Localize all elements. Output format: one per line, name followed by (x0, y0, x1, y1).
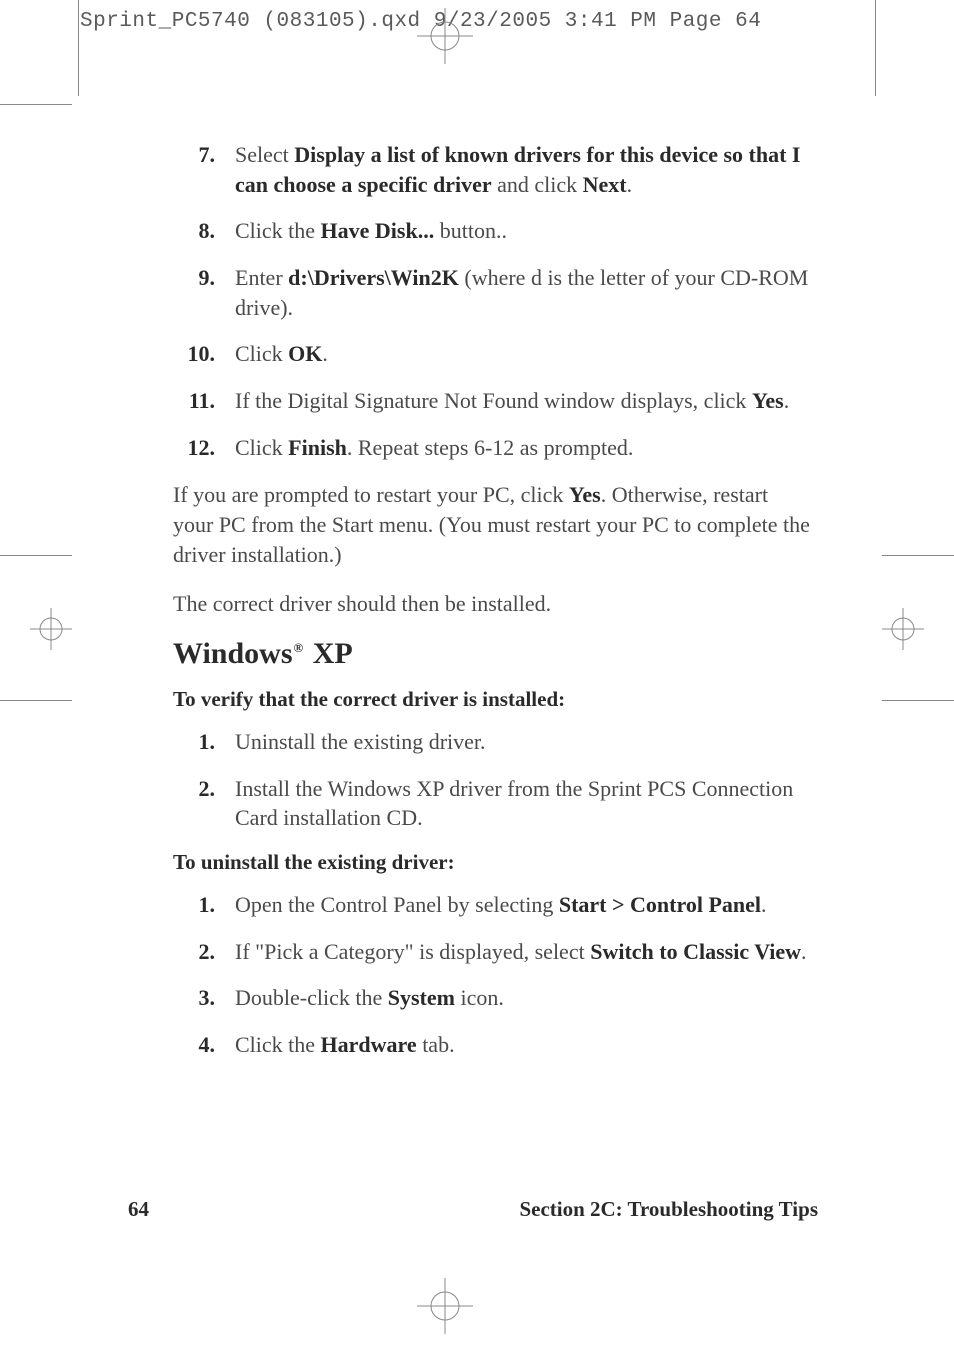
registered-symbol: ® (294, 640, 304, 655)
list-number: 11. (173, 386, 215, 416)
cropmark-line (0, 104, 72, 105)
paragraph: The correct driver should then be instal… (173, 589, 813, 619)
list-item: 8.Click the Have Disk... button.. (173, 216, 813, 246)
list-item: 9.Enter d:\Drivers\Win2K (where d is the… (173, 263, 813, 322)
cropmark-line (78, 0, 79, 96)
list-number: 8. (173, 216, 215, 246)
cropmark-line (882, 700, 954, 701)
list-number: 4. (173, 1030, 215, 1060)
cropmark-line (875, 0, 876, 96)
ordered-list-c: 1.Open the Control Panel by selecting St… (173, 890, 813, 1060)
list-number: 2. (173, 774, 215, 804)
list-number: 10. (173, 339, 215, 369)
bold-text: Finish (288, 435, 347, 460)
list-item: 12.Click Finish. Repeat steps 6-12 as pr… (173, 433, 813, 463)
list-item: 2.Install the Windows XP driver from the… (173, 774, 813, 833)
section-heading-windows-xp: Windows® XP (173, 637, 813, 671)
cropmark-line (0, 700, 72, 701)
bold-text: Have Disk... (321, 218, 435, 243)
heading-post: XP (305, 637, 353, 670)
ordered-list-b: 1.Uninstall the existing driver. 2.Instal… (173, 727, 813, 833)
bold-text: Yes (569, 482, 601, 507)
bold-text: System (388, 985, 455, 1010)
page-footer: 64 Section 2C: Troubleshooting Tips (128, 1197, 818, 1222)
bold-text: Switch to Classic View (590, 939, 801, 964)
registration-mark-icon (882, 608, 924, 650)
bold-text: Hardware (321, 1032, 417, 1057)
cropmark-line (882, 555, 954, 556)
heading-pre: Windows (173, 637, 293, 670)
list-item: 2.If "Pick a Category" is displayed, sel… (173, 937, 813, 967)
list-item: 11.If the Digital Signature Not Found wi… (173, 386, 813, 416)
bold-text: Next (583, 172, 627, 197)
list-number: 2. (173, 937, 215, 967)
list-item: 7.Select Display a list of known drivers… (173, 140, 813, 199)
list-number: 7. (173, 140, 215, 170)
registration-mark-icon (417, 1278, 473, 1334)
bold-text: Yes (752, 388, 784, 413)
list-number: 3. (173, 983, 215, 1013)
list-item: 3.Double-click the System icon. (173, 983, 813, 1013)
section-label: Section 2C: Troubleshooting Tips (519, 1197, 818, 1222)
registration-mark-icon (417, 8, 473, 64)
list-item: 1.Uninstall the existing driver. (173, 727, 813, 757)
ordered-list-a: 7.Select Display a list of known drivers… (173, 140, 813, 463)
bold-text: Start > Control Panel (559, 892, 761, 917)
sub-heading-uninstall: To uninstall the existing driver: (173, 850, 813, 875)
bold-text: Display a list of known drivers for this… (235, 142, 801, 197)
page-body: 7.Select Display a list of known drivers… (173, 140, 813, 1077)
paragraph: If you are prompted to restart your PC, … (173, 480, 813, 571)
bold-text: OK (288, 341, 322, 366)
list-number: 9. (173, 263, 215, 293)
list-number: 1. (173, 727, 215, 757)
registration-mark-icon (30, 608, 72, 650)
cropmark-line (0, 555, 72, 556)
page-number: 64 (128, 1197, 149, 1222)
list-number: 1. (173, 890, 215, 920)
list-item: 4.Click the Hardware tab. (173, 1030, 813, 1060)
sub-heading-verify: To verify that the correct driver is ins… (173, 687, 813, 712)
list-item: 1.Open the Control Panel by selecting St… (173, 890, 813, 920)
bold-text: d:\Drivers\Win2K (288, 265, 459, 290)
list-item: 10.Click OK. (173, 339, 813, 369)
list-number: 12. (173, 433, 215, 463)
